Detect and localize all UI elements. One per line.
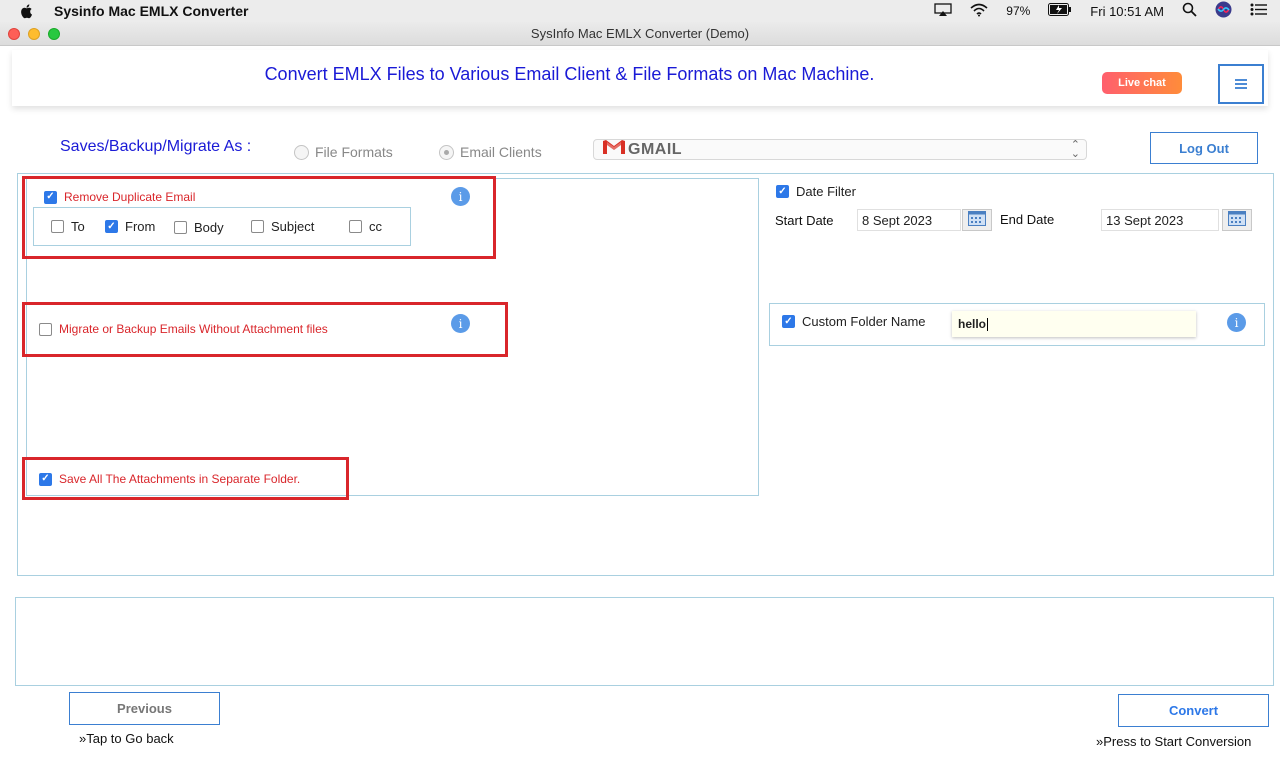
radio-file-formats-dot[interactable] — [294, 144, 309, 160]
banner-title: Convert EMLX Files to Various Email Clie… — [264, 64, 875, 84]
without-attachments-info-icon[interactable]: i — [451, 314, 470, 333]
window-titlebar: SysInfo Mac EMLX Converter (Demo) — [0, 22, 1280, 46]
dup-field-to[interactable]: To — [51, 219, 85, 234]
logout-button[interactable]: Log Out — [1150, 132, 1258, 164]
dup-field-body-label: Body — [194, 220, 224, 235]
save-attachments-label: Save All The Attachments in Separate Fol… — [59, 472, 301, 486]
start-date-calendar-button[interactable] — [962, 209, 992, 231]
without-attachments-label: Migrate or Backup Emails Without Attachm… — [59, 322, 328, 336]
custom-folder-info-icon[interactable]: i — [1227, 313, 1246, 332]
select-arrows-icon: ⌃ ⌄ — [1070, 139, 1080, 160]
date-filter-option[interactable]: Date Filter — [776, 184, 856, 199]
remove-duplicate-option[interactable]: Remove Duplicate Email — [44, 190, 195, 204]
previous-hint: »Tap to Go back — [79, 731, 174, 746]
dup-field-to-checkbox[interactable] — [51, 220, 64, 233]
dup-field-cc[interactable]: cc — [349, 219, 382, 234]
gmail-logo-icon — [602, 139, 626, 160]
log-panel — [15, 597, 1274, 686]
search-icon[interactable] — [1182, 2, 1197, 20]
start-date-input[interactable]: 8 Sept 2023 — [857, 209, 961, 231]
custom-folder-checkbox[interactable] — [782, 315, 795, 328]
siri-icon[interactable] — [1215, 1, 1232, 21]
save-attachments-checkbox[interactable] — [39, 472, 52, 486]
remove-duplicate-info-icon[interactable]: i — [451, 187, 470, 206]
menubar-app-name[interactable]: Sysinfo Mac EMLX Converter — [54, 3, 249, 19]
dup-field-from-label: From — [125, 219, 156, 234]
header-banner: Convert EMLX Files to Various Email Clie… — [12, 50, 1268, 106]
dup-field-body-checkbox[interactable] — [174, 221, 187, 234]
radio-email-clients-label: Email Clients — [460, 144, 542, 160]
dup-field-subject[interactable]: Subject — [251, 219, 314, 234]
save-attachments-option[interactable]: Save All The Attachments in Separate Fol… — [39, 472, 300, 486]
calendar-icon — [968, 210, 986, 231]
start-date-label: Start Date — [775, 213, 834, 228]
apple-icon[interactable] — [20, 3, 34, 19]
date-filter-checkbox[interactable] — [776, 185, 789, 198]
remove-duplicate-checkbox[interactable] — [44, 190, 57, 204]
date-filter-label: Date Filter — [796, 184, 856, 199]
battery-percent[interactable]: 97% — [1006, 4, 1030, 18]
dup-field-from[interactable]: From — [105, 219, 155, 234]
close-window-button[interactable] — [8, 28, 20, 40]
text-caret — [987, 317, 989, 331]
radio-email-clients[interactable]: Email Clients — [439, 144, 542, 160]
calendar-icon — [1228, 210, 1246, 231]
convert-hint: »Press to Start Conversion — [1096, 734, 1252, 749]
dup-field-body[interactable]: Body — [174, 220, 224, 235]
without-attachments-option[interactable]: Migrate or Backup Emails Without Attachm… — [39, 322, 328, 336]
battery-icon[interactable] — [1048, 3, 1072, 19]
menu-bar: Sysinfo Mac EMLX Converter 97% Fri 10:51… — [0, 0, 1280, 22]
selected-client-text: GMAIL — [628, 140, 683, 158]
hamburger-menu-button[interactable] — [1218, 64, 1264, 104]
wifi-icon[interactable] — [970, 3, 988, 20]
previous-button[interactable]: Previous — [69, 692, 220, 725]
hamburger-icon — [1234, 74, 1248, 95]
convert-button[interactable]: Convert — [1118, 694, 1269, 727]
window-title: SysInfo Mac EMLX Converter (Demo) — [530, 26, 750, 41]
end-date-input[interactable]: 13 Sept 2023 — [1101, 209, 1219, 231]
control-center-icon[interactable] — [1250, 3, 1268, 19]
without-attachments-checkbox[interactable] — [39, 322, 52, 336]
remove-duplicate-label: Remove Duplicate Email — [64, 190, 196, 204]
end-date-label: End Date — [1000, 212, 1055, 227]
radio-file-formats-label: File Formats — [315, 144, 393, 160]
dup-field-subject-checkbox[interactable] — [251, 220, 264, 233]
airplay-icon[interactable] — [934, 2, 952, 20]
dup-field-from-checkbox[interactable] — [105, 220, 118, 233]
radio-email-clients-dot[interactable] — [439, 144, 454, 160]
custom-folder-value: hello — [958, 317, 987, 331]
radio-file-formats[interactable]: File Formats — [294, 144, 393, 160]
email-client-select[interactable]: GMAIL ⌃ ⌄ — [593, 139, 1087, 160]
dup-field-to-label: To — [71, 219, 85, 234]
dup-field-cc-label: cc — [369, 219, 382, 234]
live-chat-button[interactable]: Live chat — [1102, 72, 1182, 94]
dup-field-subject-label: Subject — [271, 219, 315, 234]
dup-field-cc-checkbox[interactable] — [349, 220, 362, 233]
end-date-calendar-button[interactable] — [1222, 209, 1252, 231]
custom-folder-input[interactable]: hello — [952, 311, 1196, 337]
minimize-window-button[interactable] — [28, 28, 40, 40]
custom-folder-option[interactable]: Custom Folder Name — [782, 314, 926, 329]
save-as-label: Saves/Backup/Migrate As : — [60, 138, 252, 155]
zoom-window-button[interactable] — [48, 28, 60, 40]
menubar-clock[interactable]: Fri 10:51 AM — [1090, 4, 1164, 19]
custom-folder-label: Custom Folder Name — [802, 314, 926, 329]
